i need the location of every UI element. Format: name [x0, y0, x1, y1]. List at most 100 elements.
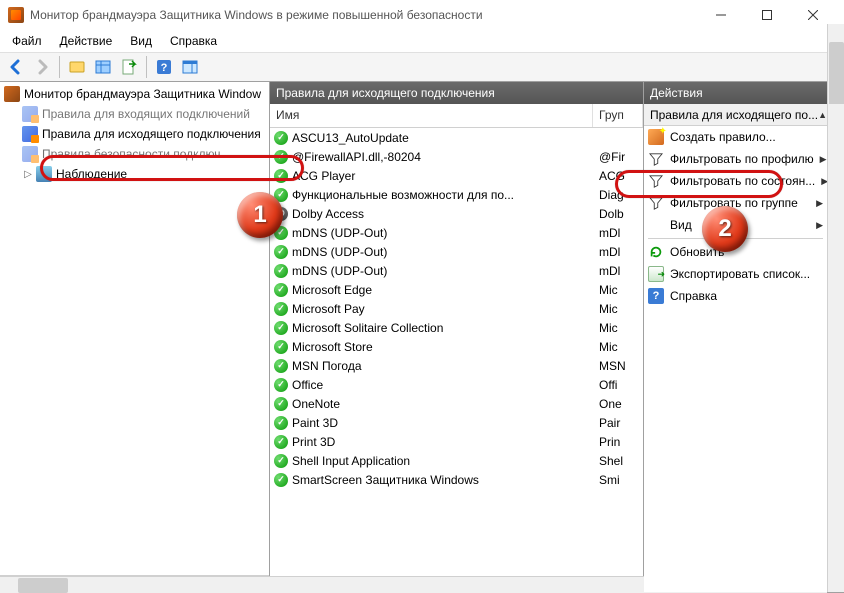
collapse-icon[interactable]: ▲ [818, 110, 827, 120]
action-new-rule[interactable]: Создать правило... [644, 126, 827, 148]
action-filter-profile[interactable]: Фильтровать по профилю ▶ [644, 148, 827, 170]
tree-body[interactable]: Монитор брандмауэра Защитника Window Пра… [0, 82, 269, 592]
separator [648, 238, 823, 239]
rule-row[interactable]: @FirewallAPI.dll,-80204 @Fir [270, 147, 643, 166]
tree-outbound[interactable]: Правила для исходящего подключения [0, 124, 269, 144]
rule-group: Mic [593, 283, 643, 297]
action-refresh-label: Обновить [670, 245, 724, 259]
action-export[interactable]: Экспортировать список... [644, 263, 827, 285]
tree-monitor[interactable]: ▷ Наблюдение [0, 164, 269, 184]
rule-row[interactable]: Microsoft Store Mic [270, 337, 643, 356]
monitor-icon [36, 166, 52, 182]
tree-monitor-label: Наблюдение [56, 167, 127, 181]
rule-row[interactable]: mDNS (UDP-Out)mDl [270, 261, 643, 280]
list-body[interactable]: ASCU13_AutoUpdate@FirewallAPI.dll,-80204… [270, 128, 643, 592]
list-pane: Правила для исходящего подключения Имя Г… [270, 82, 644, 592]
rule-row[interactable]: MSN ПогодаMSN [270, 356, 643, 375]
action-help[interactable]: ? Справка [644, 285, 827, 307]
tool-view[interactable] [91, 55, 115, 79]
rule-row[interactable]: Print 3DPrin [270, 432, 643, 451]
rule-group: Mic [593, 340, 643, 354]
col-group[interactable]: Груп [593, 104, 643, 127]
expander-icon[interactable]: ▷ [22, 169, 34, 180]
rule-name: OneNote [292, 397, 340, 411]
action-filter-state[interactable]: Фильтровать по состоян... ▶ [644, 170, 827, 192]
rule-group: @Fir [593, 150, 643, 164]
rule-group: mDl [593, 245, 643, 259]
tool-panels[interactable] [178, 55, 202, 79]
action-view-label: Вид [670, 218, 692, 232]
menu-view[interactable]: Вид [122, 32, 160, 50]
rule-name: Microsoft Store [292, 340, 373, 354]
rule-group: Shel [593, 454, 643, 468]
tool-newfolder[interactable] [65, 55, 89, 79]
allow-icon [274, 226, 288, 240]
actions-vertical-scrollbar[interactable] [827, 104, 844, 592]
rule-name: mDNS (UDP-Out) [292, 226, 387, 240]
tree-security-label: Правила безопасности подключ... [42, 147, 231, 161]
minimize-button[interactable] [698, 0, 744, 30]
menu-file[interactable]: Файл [4, 32, 50, 50]
col-name[interactable]: Имя [270, 104, 593, 127]
rule-row[interactable]: Paint 3DPair [270, 413, 643, 432]
forward-button[interactable] [30, 55, 54, 79]
action-filter-profile-label: Фильтровать по профилю [670, 152, 814, 166]
tree-outbound-label: Правила для исходящего подключения [42, 127, 261, 141]
action-filter-state-label: Фильтровать по состоян... [670, 174, 815, 188]
rule-row[interactable]: OneNoteOne [270, 394, 643, 413]
action-filter-group[interactable]: Фильтровать по группе ▶ [644, 192, 827, 214]
toolbar: ? [0, 52, 844, 82]
rule-row[interactable]: Microsoft PayMic [270, 299, 643, 318]
allow-icon [274, 264, 288, 278]
rule-row[interactable]: Функциональные возможности для по...Diag [270, 185, 643, 204]
menu-help[interactable]: Справка [162, 32, 225, 50]
tree-root[interactable]: Монитор брандмауэра Защитника Window [0, 84, 269, 104]
rule-row[interactable]: mDNS (UDP-Out)mDl [270, 242, 643, 261]
back-button[interactable] [4, 55, 28, 79]
maximize-button[interactable] [744, 0, 790, 30]
rule-row[interactable]: ACG PlayerACG [270, 166, 643, 185]
action-filter-group-label: Фильтровать по группе [670, 196, 798, 210]
rule-row[interactable]: Dolby Access Dolb [270, 204, 643, 223]
svg-text:?: ? [161, 62, 168, 74]
rule-name: SmartScreen Защитника Windows [292, 473, 479, 487]
actions-header: Действия [644, 82, 844, 104]
filter-icon [648, 173, 664, 189]
tree-inbound[interactable]: Правила для входящих подключений [0, 104, 269, 124]
rule-row[interactable]: Microsoft Edge Mic [270, 280, 643, 299]
rule-group: Offi [593, 378, 643, 392]
rule-group: Smi [593, 473, 643, 487]
menu-action[interactable]: Действие [52, 32, 121, 50]
rule-name: Shell Input Application [292, 454, 410, 468]
rule-row[interactable]: SmartScreen Защитника Windows Smi [270, 470, 643, 489]
allow-icon [274, 397, 288, 411]
list-horizontal-scrollbar[interactable] [270, 576, 644, 592]
action-view[interactable]: Вид ▶ [644, 214, 827, 236]
rules-icon [22, 146, 38, 162]
titlebar: Монитор брандмауэра Защитника Windows в … [0, 0, 844, 30]
allow-icon [274, 435, 288, 449]
tool-export[interactable] [117, 55, 141, 79]
rule-row[interactable]: OfficeOffi [270, 375, 643, 394]
actions-subheader[interactable]: Правила для исходящего по... ▲ [644, 104, 827, 126]
rule-group: Dolb [593, 207, 643, 221]
rule-row[interactable]: mDNS (UDP-Out)mDl [270, 223, 643, 242]
rule-name: MSN Погода [292, 359, 362, 373]
rule-group: Diag [593, 188, 643, 202]
rule-name: Microsoft Edge [292, 283, 372, 297]
allow-icon [274, 131, 288, 145]
help-icon: ? [648, 288, 664, 304]
rule-name: Dolby Access [292, 207, 364, 221]
chevron-right-icon: ▶ [816, 220, 823, 231]
tree-security[interactable]: Правила безопасности подключ... [0, 144, 269, 164]
allow-icon [274, 169, 288, 183]
rule-name: Microsoft Pay [292, 302, 365, 316]
rule-row[interactable]: Shell Input Application Shel [270, 451, 643, 470]
rule-row[interactable]: Microsoft Solitaire CollectionMic [270, 318, 643, 337]
allow-icon [274, 416, 288, 430]
rule-row[interactable]: ASCU13_AutoUpdate [270, 128, 643, 147]
actions-pane: Действия Правила для исходящего по... ▲ … [644, 82, 844, 592]
action-refresh[interactable]: Обновить [644, 241, 827, 263]
tool-help[interactable]: ? [152, 55, 176, 79]
rule-name: @FirewallAPI.dll,-80204 [292, 150, 421, 164]
